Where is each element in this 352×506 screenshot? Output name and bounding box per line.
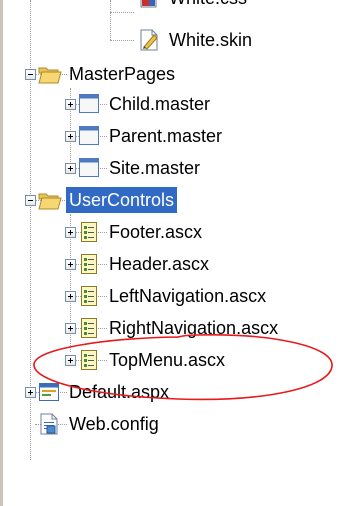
annotation-ellipse — [33, 334, 333, 401]
